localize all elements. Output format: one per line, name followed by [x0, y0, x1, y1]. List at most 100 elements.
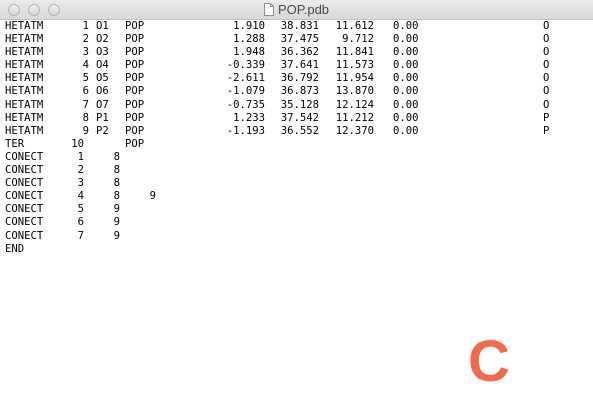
- atom-name: O7: [96, 98, 109, 111]
- bond-atom: 3: [77, 177, 84, 190]
- coord-y: 37.475: [280, 33, 319, 46]
- record-type: HETATM: [5, 124, 44, 137]
- bond-partner: 9: [149, 190, 156, 203]
- coord-y: 36.792: [280, 72, 319, 85]
- occupancy: 0.00: [393, 59, 419, 72]
- coord-y: 37.542: [280, 111, 319, 124]
- atom-name: O1: [96, 20, 109, 32]
- residue-name: POP: [125, 98, 145, 111]
- coord-z: 12.124: [335, 98, 374, 111]
- hetatm-line: HETATM 3 O3 POP 1.948 36.362 11.841 0.00…: [5, 46, 593, 59]
- coord-z: 13.870: [335, 85, 374, 98]
- coord-x: 1.948: [233, 46, 265, 59]
- window-title: POP.pdb: [277, 2, 330, 17]
- occupancy: 0.00: [393, 72, 419, 85]
- atom-serial: 10: [71, 137, 84, 150]
- coord-y: 37.641: [280, 59, 319, 72]
- record-type: CONECT: [5, 150, 44, 163]
- record-type: CONECT: [5, 216, 44, 229]
- atom-serial: 5: [82, 72, 89, 85]
- coord-y: 38.831: [280, 20, 319, 32]
- conect-line: CONECT 2 8: [5, 164, 593, 177]
- record-type: HETATM: [5, 20, 44, 32]
- record-type: END: [5, 242, 25, 255]
- bond-partner: 9: [113, 229, 120, 242]
- hetatm-line: HETATM 2 O2 POP 1.288 37.475 9.712 0.00 …: [5, 33, 593, 46]
- panel-label-letter: C: [468, 329, 510, 394]
- coord-z: 11.212: [335, 111, 374, 124]
- window-title-wrap: POP.pdb: [0, 2, 593, 18]
- record-type: CONECT: [5, 203, 44, 216]
- record-type: HETATM: [5, 111, 44, 124]
- hetatm-line: HETATM 7 O7 POP -0.735 35.128 12.124 0.0…: [5, 99, 593, 112]
- element-symbol: O: [543, 33, 550, 46]
- document-icon: [263, 3, 274, 16]
- record-type: HETATM: [5, 46, 44, 59]
- text-editor-window: POP.pdb HETATM 1 O1 POP 1.910 38.831 11.…: [0, 0, 593, 412]
- residue-name: POP: [125, 20, 145, 32]
- record-type: HETATM: [5, 33, 44, 46]
- element-symbol: O: [543, 72, 550, 85]
- coord-z: 11.573: [335, 59, 374, 72]
- record-type: HETATM: [5, 85, 44, 98]
- coord-z: 11.841: [335, 46, 374, 59]
- atom-serial: 1: [82, 20, 89, 32]
- coord-y: 36.362: [280, 46, 319, 59]
- bond-partner: 8: [113, 177, 120, 190]
- coord-z: 12.370: [335, 124, 374, 137]
- coord-x: -1.193: [226, 124, 265, 137]
- conect-line: CONECT 3 8: [5, 177, 593, 190]
- bond-atom: 2: [77, 164, 84, 177]
- residue-name: POP: [125, 72, 145, 85]
- occupancy: 0.00: [393, 98, 419, 111]
- atom-name: P1: [96, 111, 109, 124]
- record-type: TER: [5, 137, 25, 150]
- title-bar[interactable]: POP.pdb: [0, 0, 593, 20]
- atom-name: O5: [96, 72, 109, 85]
- record-type: HETATM: [5, 72, 44, 85]
- conect-line: CONECT 7 9: [5, 230, 593, 243]
- residue-name: POP: [125, 111, 145, 124]
- residue-name: POP: [125, 59, 145, 72]
- conect-line: CONECT 1 8: [5, 151, 593, 164]
- residue-name: POP: [125, 124, 145, 137]
- bond-partner: 9: [113, 216, 120, 229]
- coord-x: -0.735: [226, 98, 265, 111]
- hetatm-line: HETATM 8 P1 POP 1.233 37.542 11.212 0.00…: [5, 112, 593, 125]
- hetatm-line: HETATM 1 O1 POP 1.910 38.831 11.612 0.00…: [5, 20, 593, 33]
- atom-serial: 6: [82, 85, 89, 98]
- bond-partner: 8: [113, 164, 120, 177]
- record-type: CONECT: [5, 229, 44, 242]
- coord-y: 36.873: [280, 85, 319, 98]
- element-symbol: O: [543, 85, 550, 98]
- atom-name: O2: [96, 33, 109, 46]
- occupancy: 0.00: [393, 124, 419, 137]
- occupancy: 0.00: [393, 111, 419, 124]
- coord-y: 35.128: [280, 98, 319, 111]
- record-type: HETATM: [5, 59, 44, 72]
- atom-serial: 9: [82, 124, 89, 137]
- coord-z: 11.954: [335, 72, 374, 85]
- end-line: END: [5, 243, 593, 256]
- atom-name: P2: [96, 124, 109, 137]
- occupancy: 0.00: [393, 20, 419, 32]
- record-type: CONECT: [5, 177, 44, 190]
- document-text-area[interactable]: HETATM 1 O1 POP 1.910 38.831 11.612 0.00…: [5, 20, 593, 256]
- element-symbol: O: [543, 59, 550, 72]
- element-symbol: O: [543, 46, 550, 59]
- atom-serial: 4: [82, 59, 89, 72]
- residue-name: POP: [125, 46, 145, 59]
- conect-line: CONECT 4 8 9: [5, 190, 593, 203]
- conect-line: CONECT 5 9: [5, 203, 593, 216]
- bond-atom: 1: [77, 150, 84, 163]
- bond-partner: 9: [113, 203, 120, 216]
- hetatm-line: HETATM 9 P2 POP -1.193 36.552 12.370 0.0…: [5, 125, 593, 138]
- coord-z: 11.612: [335, 20, 374, 32]
- coord-x: -0.339: [226, 59, 265, 72]
- occupancy: 0.00: [393, 33, 419, 46]
- element-symbol: P: [543, 111, 550, 124]
- ter-line: TER 10 POP: [5, 138, 593, 151]
- atom-name: O6: [96, 85, 109, 98]
- coord-x: -1.079: [226, 85, 265, 98]
- element-symbol: P: [543, 124, 550, 137]
